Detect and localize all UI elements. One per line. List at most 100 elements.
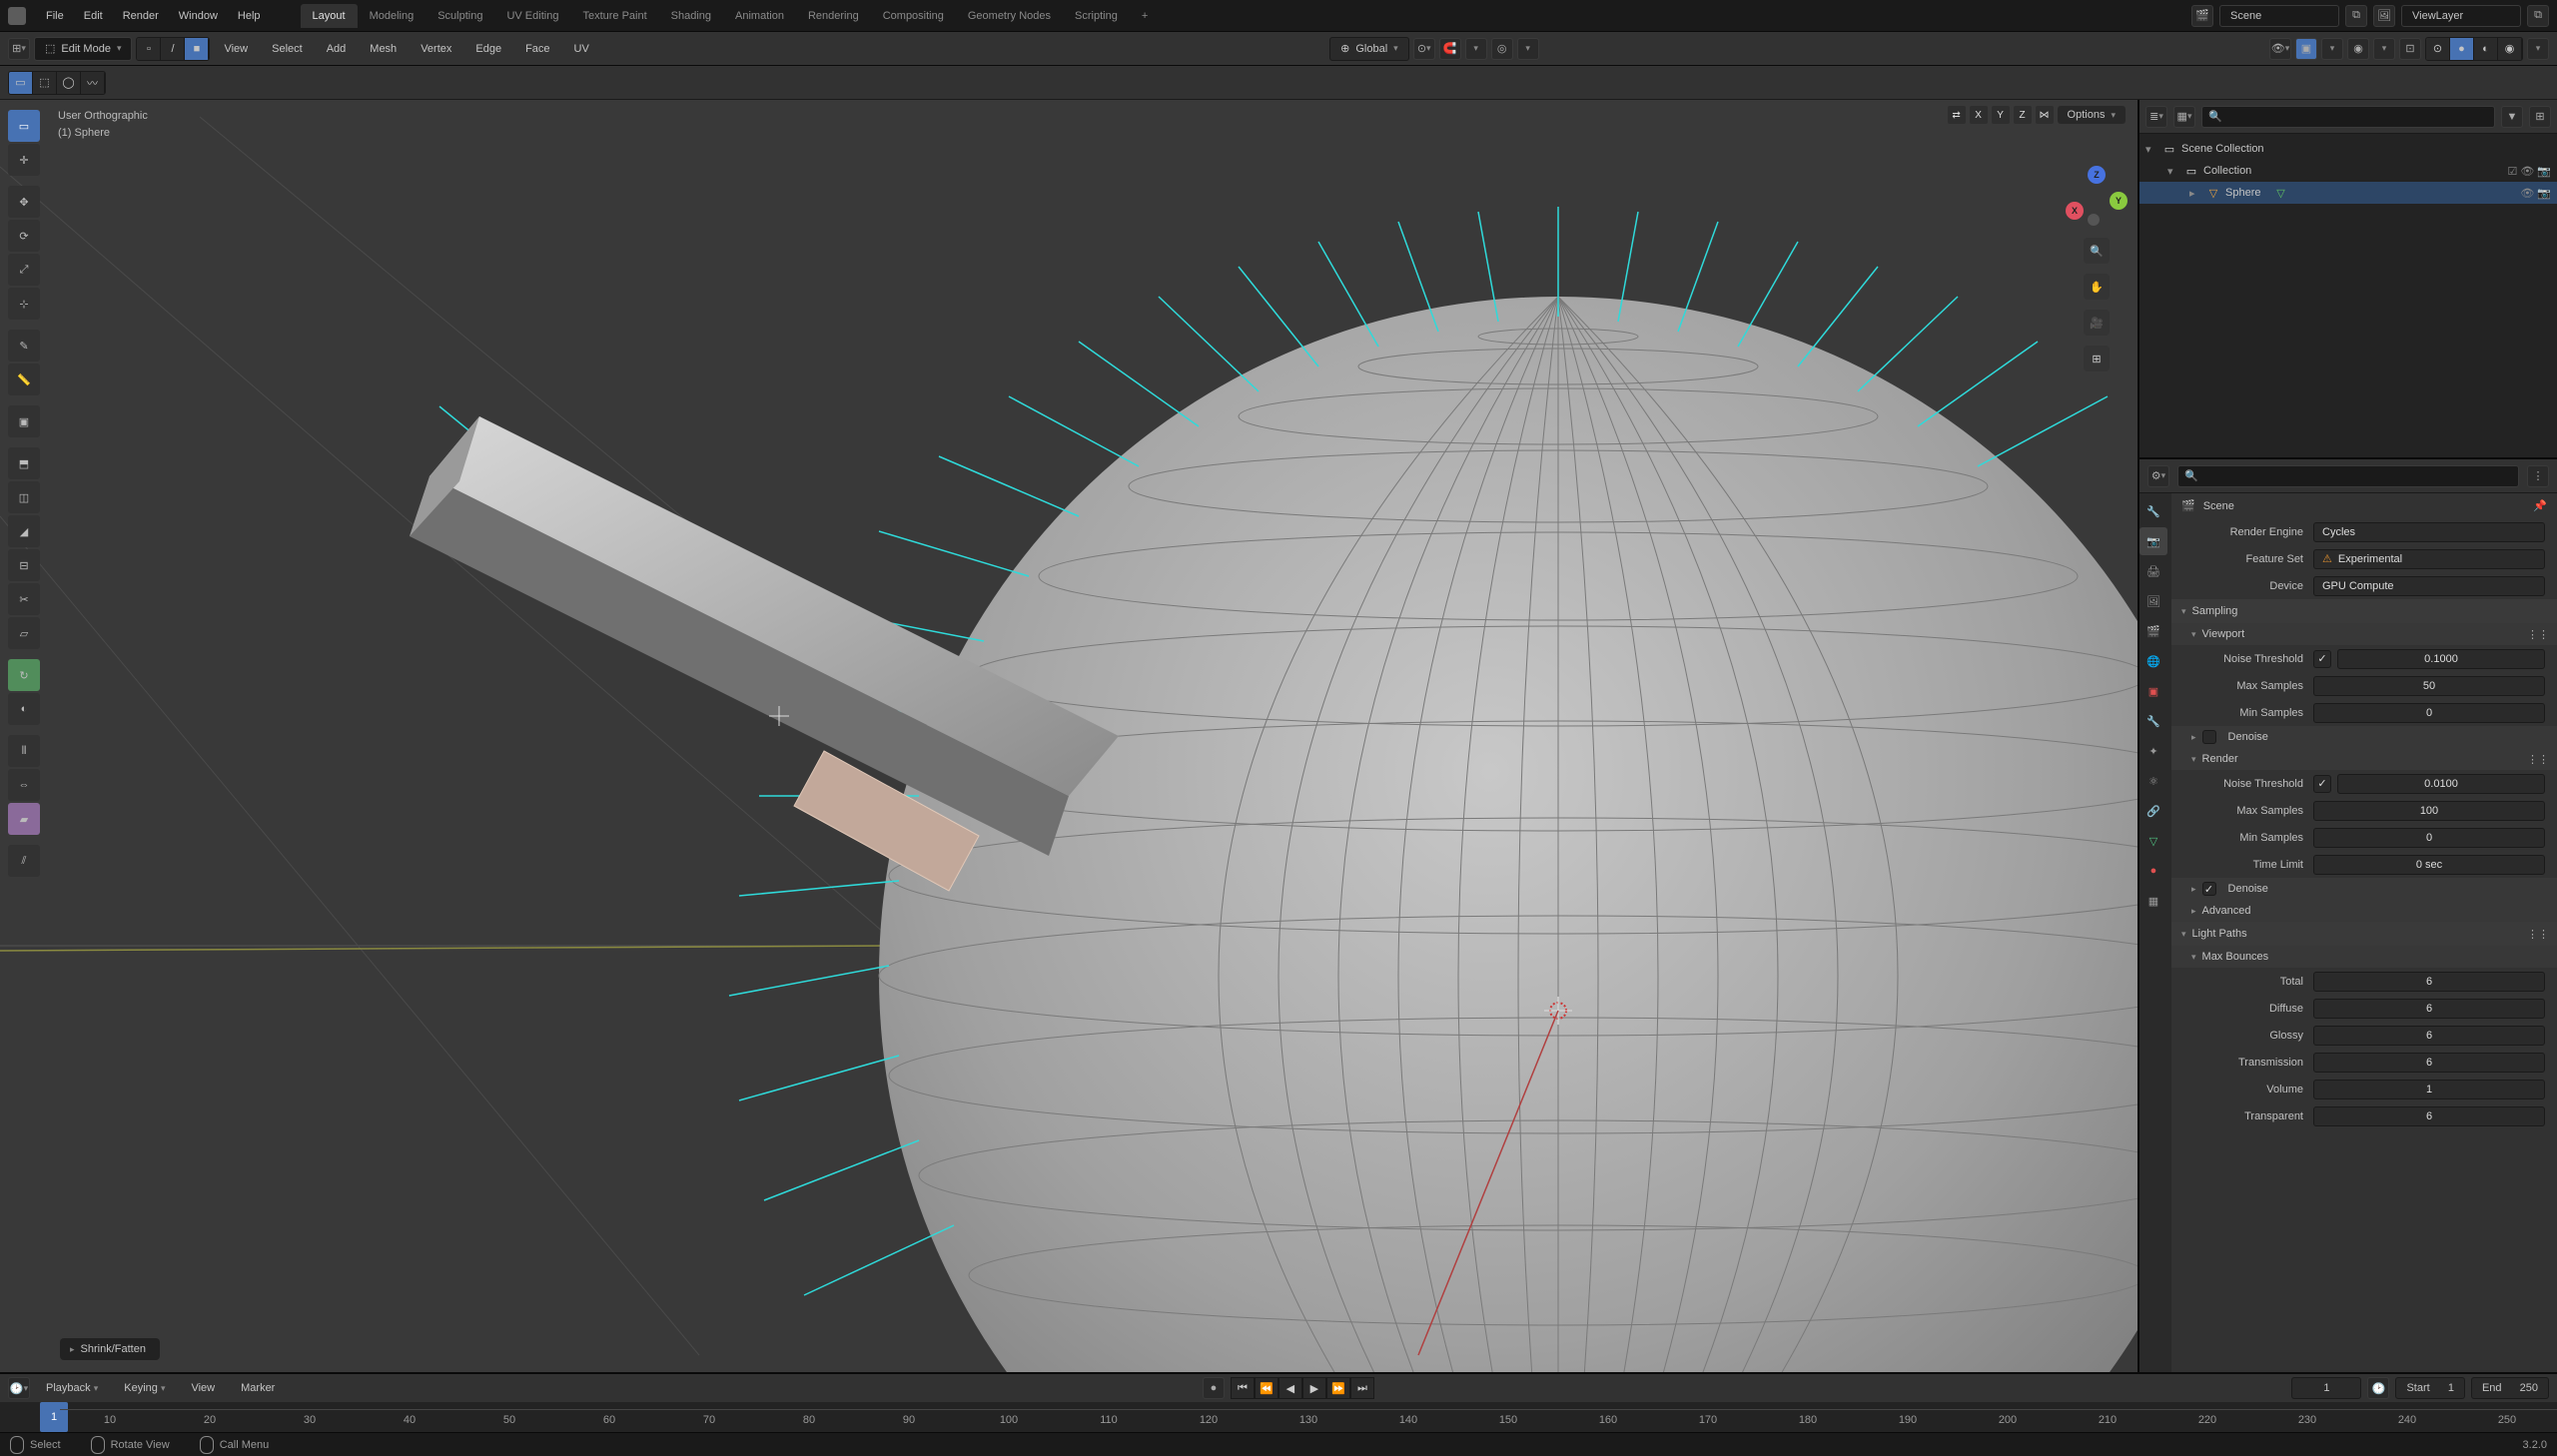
menu-window[interactable]: Window	[169, 6, 228, 26]
volume-input[interactable]: 1	[2313, 1080, 2545, 1099]
render-noise-input[interactable]: 0.0100	[2337, 774, 2545, 794]
mode-dropdown[interactable]: ⬚ Edit Mode ▾	[34, 37, 132, 61]
jump-prev-keyframe-icon[interactable]: ⏪	[1255, 1377, 1278, 1399]
tool-measure[interactable]: 📏	[8, 364, 40, 395]
header-view[interactable]: View	[214, 39, 258, 59]
gizmo-z-axis[interactable]: Z	[2088, 166, 2106, 184]
prop-tab-viewlayer[interactable]: 🖼	[2139, 587, 2167, 615]
prop-tab-tool[interactable]: 🔧	[2139, 497, 2167, 525]
timeline-keying[interactable]: Keying ▾	[114, 1378, 175, 1398]
scene-new-icon[interactable]: ⧉	[2345, 5, 2367, 27]
header-mesh[interactable]: Mesh	[360, 39, 407, 59]
header-face[interactable]: Face	[515, 39, 559, 59]
nav-gizmo[interactable]: Z Y X	[2068, 170, 2126, 228]
viewport-max-samples-input[interactable]: 50	[2313, 676, 2545, 696]
exclude-checkbox-icon[interactable]: ☑	[2507, 165, 2517, 178]
select-mode-face[interactable]: ■	[185, 38, 209, 60]
subpanel-max-bounces[interactable]: ▾Max Bounces	[2171, 946, 2557, 968]
transparent-input[interactable]: 6	[2313, 1106, 2545, 1126]
mirror-x[interactable]: X	[1970, 106, 1988, 124]
outliner-search[interactable]: 🔍	[2201, 106, 2495, 128]
transmission-input[interactable]: 6	[2313, 1053, 2545, 1073]
tool-transform[interactable]: ⊹	[8, 288, 40, 320]
panel-light-paths[interactable]: ▾Light Paths⋮⋮	[2171, 922, 2557, 946]
shading-matpreview[interactable]: ◐	[2474, 38, 2498, 60]
overlay-toggle[interactable]: ◉	[2347, 38, 2369, 60]
time-limit-input[interactable]: 0 sec	[2313, 855, 2545, 875]
properties-editor-type-icon[interactable]: ⚙▾	[2147, 465, 2169, 487]
tool-cursor[interactable]: ✛	[8, 144, 40, 176]
play-icon[interactable]: ▶	[1302, 1377, 1326, 1399]
feature-set-dropdown[interactable]: ⚠Experimental	[2313, 549, 2545, 569]
last-operator-panel[interactable]: ▸ Shrink/Fatten	[60, 1338, 160, 1360]
shading-wireframe[interactable]: ⊙	[2426, 38, 2450, 60]
prop-tab-texture[interactable]: ▦	[2139, 887, 2167, 915]
viewport-persp-icon[interactable]: ⊞	[2084, 346, 2110, 371]
gizmo-neg-z[interactable]	[2088, 214, 2100, 226]
tool-move[interactable]: ✥	[8, 186, 40, 218]
prop-tab-object[interactable]: ▣	[2139, 677, 2167, 705]
snapping-toggle[interactable]: 🧲	[1439, 38, 1461, 60]
panel-preset-icon[interactable]: ⋮⋮	[2529, 925, 2547, 943]
shading-rendered[interactable]: ◉	[2498, 38, 2522, 60]
render-min-samples-input[interactable]: 0	[2313, 828, 2545, 848]
workspace-tab-scripting[interactable]: Scripting	[1063, 4, 1130, 28]
mesh-visibility-toggle[interactable]: 👁▾	[2269, 38, 2291, 60]
end-frame-input[interactable]: End 250	[2471, 1377, 2549, 1399]
prop-tab-world[interactable]: 🌐	[2139, 647, 2167, 675]
subpanel-viewport-denoise[interactable]: ▸Denoise	[2171, 726, 2557, 748]
prop-tab-data[interactable]: ▽	[2139, 827, 2167, 855]
prop-tab-material[interactable]: ●	[2139, 857, 2167, 885]
workspace-tab-sculpting[interactable]: Sculpting	[426, 4, 494, 28]
tool-edge-slide[interactable]: ⫴	[8, 735, 40, 767]
timeline-ruler[interactable]: 1 10 20 30 40 50 60 70 80 90 100 110 120…	[0, 1402, 2557, 1432]
tool-loopcut[interactable]: ⊟	[8, 549, 40, 581]
disclosure-icon[interactable]: ▸	[2189, 187, 2201, 200]
render-engine-dropdown[interactable]: Cycles	[2313, 522, 2545, 542]
outliner-editor-type-icon[interactable]: ≣▾	[2145, 106, 2167, 128]
workspace-tab-add[interactable]: +	[1130, 4, 1160, 28]
outliner-new-collection-icon[interactable]: ⊞	[2529, 106, 2551, 128]
proportional-dropdown[interactable]: ▾	[1517, 38, 1539, 60]
glossy-input[interactable]: 6	[2313, 1026, 2545, 1046]
panel-preset-icon[interactable]: ⋮⋮	[2529, 625, 2547, 643]
workspace-tab-texturepaint[interactable]: Texture Paint	[570, 4, 658, 28]
header-edge[interactable]: Edge	[465, 39, 511, 59]
workspace-tab-layout[interactable]: Layout	[301, 4, 358, 28]
viewlayer-browse-icon[interactable]: 🖼	[2373, 5, 2395, 27]
menu-file[interactable]: File	[36, 6, 74, 26]
gizmo-x-axis[interactable]: X	[2066, 202, 2084, 220]
total-input[interactable]: 6	[2313, 972, 2545, 992]
start-frame-input[interactable]: Start 1	[2395, 1377, 2464, 1399]
menu-help[interactable]: Help	[228, 6, 271, 26]
tool-shear[interactable]: ▰	[8, 803, 40, 835]
tool-inset[interactable]: ◫	[8, 481, 40, 513]
hide-viewport-icon[interactable]: 👁	[2520, 187, 2534, 200]
disclosure-icon[interactable]: ▾	[2145, 143, 2157, 156]
gizmo-toggle[interactable]: ▣	[2295, 38, 2317, 60]
automerge-toggle[interactable]: ⋈	[2036, 106, 2054, 124]
viewlayer-selector[interactable]: ViewLayer	[2401, 5, 2521, 27]
prop-tab-constraint[interactable]: 🔗	[2139, 797, 2167, 825]
hide-render-icon[interactable]: 📷	[2537, 187, 2551, 200]
workspace-tab-modeling[interactable]: Modeling	[358, 4, 426, 28]
workspace-tab-shading[interactable]: Shading	[659, 4, 723, 28]
pivot-dropdown[interactable]: ⊙▾	[1413, 38, 1435, 60]
tool-rip[interactable]: ⫽	[8, 845, 40, 877]
timeline-marker[interactable]: Marker	[231, 1378, 285, 1398]
panel-sampling[interactable]: ▾Sampling	[2171, 599, 2557, 623]
outliner-filter-icon[interactable]: ▼	[2501, 106, 2523, 128]
tool-extrude[interactable]: ⬒	[8, 447, 40, 479]
render-noise-checkbox[interactable]: ✓	[2313, 775, 2331, 793]
mirror-y[interactable]: Y	[1992, 106, 2010, 124]
prop-tab-scene[interactable]: 🎬	[2139, 617, 2167, 645]
viewport-pan-icon[interactable]: ✋	[2084, 274, 2110, 300]
viewport-options-dropdown[interactable]: Options ▾	[2058, 106, 2126, 124]
editor-type-icon[interactable]: ⊞▾	[8, 38, 30, 60]
tool-polybuild[interactable]: ▱	[8, 617, 40, 649]
gizmo-y-axis[interactable]: Y	[2110, 192, 2128, 210]
workspace-tab-compositing[interactable]: Compositing	[871, 4, 956, 28]
tool-smooth[interactable]: ◐	[8, 693, 40, 725]
viewport-denoise-checkbox[interactable]	[2202, 730, 2216, 744]
viewport-zoom-icon[interactable]: 🔍	[2084, 238, 2110, 264]
